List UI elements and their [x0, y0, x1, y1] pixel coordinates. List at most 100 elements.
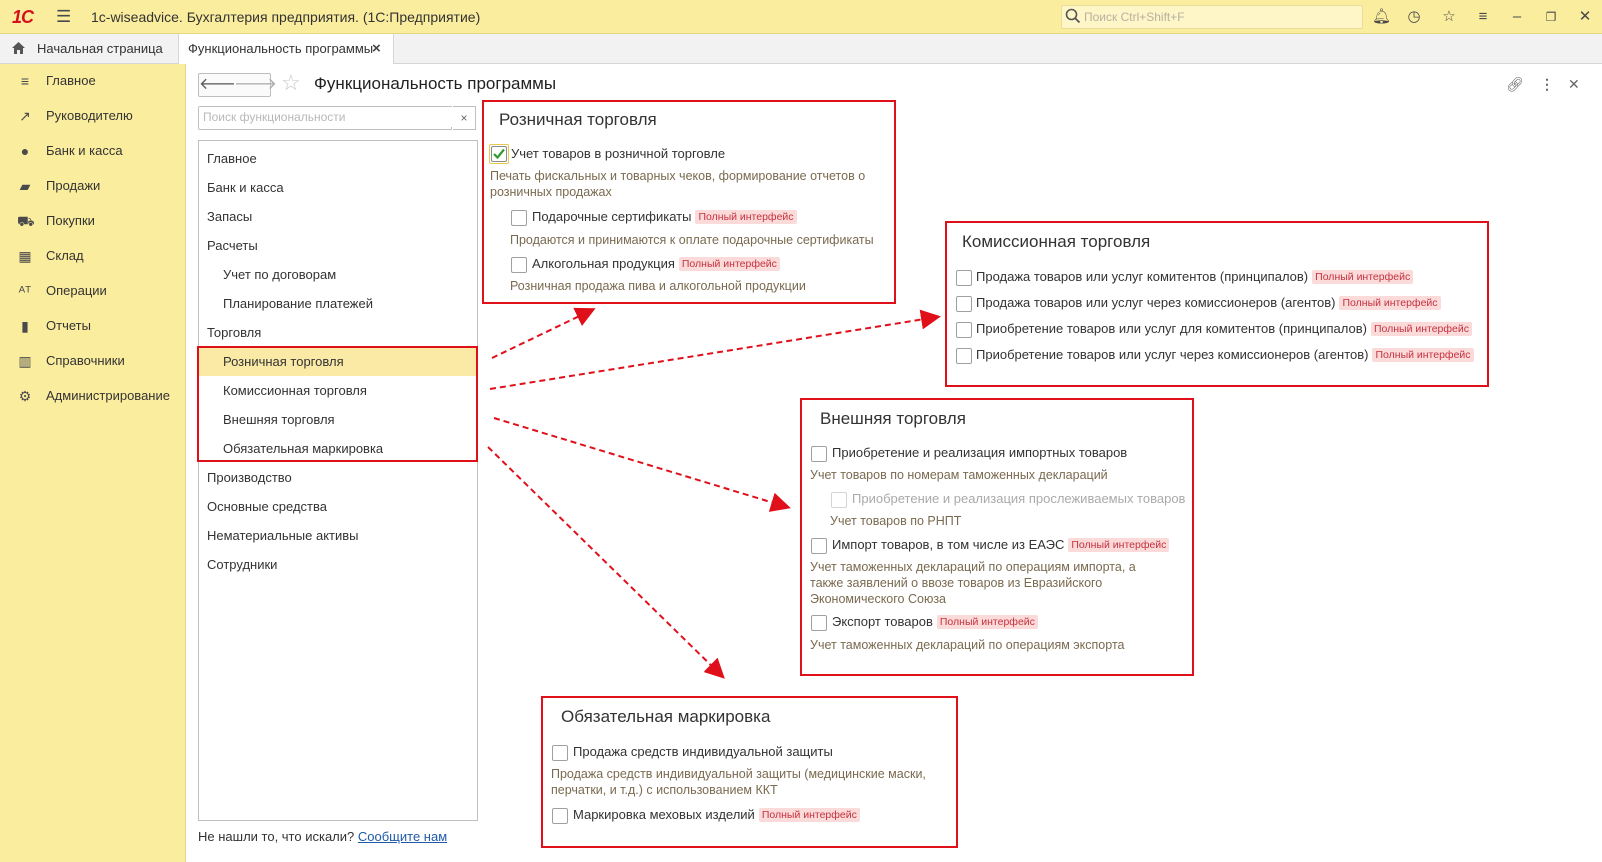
retail-opt3-row[interactable]: Алкогольная продукция Полный интерфейс — [532, 256, 780, 271]
clear-search-button[interactable]: × — [453, 106, 476, 130]
sidebar-item[interactable]: ≡ Главное — [0, 64, 185, 98]
function-search-input[interactable] — [199, 107, 453, 127]
bell-icon[interactable]: 🔔︎ — [1372, 8, 1391, 26]
foreign-title: Внешняя торговля — [820, 409, 966, 428]
page-title: Функциональность программы — [314, 74, 557, 93]
global-search-input[interactable] — [1084, 8, 1354, 25]
tree-item[interactable]: Расчеты — [199, 232, 477, 260]
tree-item[interactable]: Производство — [199, 464, 477, 492]
sidebar-item-label: Руководителю — [46, 108, 133, 123]
foreign-opt4-row[interactable]: Экспорт товаров Полный интерфейс — [832, 614, 1038, 629]
back-button[interactable]: 🡐 — [198, 73, 242, 97]
tree-item[interactable]: Розничная торговля — [199, 348, 477, 376]
marking-opt1-desc: Продажа средств индивидуальной защиты (м… — [551, 767, 926, 797]
tree-item[interactable]: Обязательная маркировка — [199, 435, 477, 463]
foreign-opt1-label[interactable]: Приобретение и реализация импортных това… — [832, 445, 1127, 460]
tree-item[interactable]: Внешняя торговля — [199, 406, 477, 434]
link-icon[interactable]: 🔗︎ — [1506, 76, 1524, 93]
retail-opt1-label[interactable]: Учет товаров в розничной торговле — [511, 146, 725, 161]
tab-home[interactable]: Начальная страница — [0, 34, 176, 63]
foreign-opt2-label: Приобретение и реализация прослеживаемых… — [852, 491, 1186, 506]
book-icon: ▥ — [18, 353, 32, 369]
tab-functionality[interactable]: Функциональность программы × — [178, 34, 394, 64]
arrow-to-commission — [489, 309, 941, 390]
not-found-text: Не нашли то, что искали? — [198, 829, 355, 844]
foreign-opt2-checkbox — [831, 492, 847, 508]
home-icon — [12, 42, 25, 54]
app-logo[interactable]: 1С — [12, 7, 34, 28]
sidebar-item[interactable]: ᴬᵀ Операции — [0, 274, 185, 308]
tree-item[interactable]: Комиссионная торговля — [199, 377, 477, 405]
marking-opt2-checkbox[interactable] — [552, 808, 568, 824]
commission-opt4-checkbox[interactable] — [956, 348, 972, 364]
retail-opt2-row[interactable]: Подарочные сертификаты Полный интерфейс — [532, 209, 797, 224]
foreign-opt4-label: Экспорт товаров — [832, 614, 933, 629]
commission-opt4-row[interactable]: Приобретение товаров или услуг через ком… — [976, 347, 1474, 362]
retail-opt1-checkbox[interactable] — [491, 146, 507, 162]
foreign-opt4-checkbox[interactable] — [811, 615, 827, 631]
commission-opt3-checkbox[interactable] — [956, 322, 972, 338]
minimize-icon[interactable]: – — [1508, 8, 1526, 26]
checkmark-icon — [493, 148, 505, 160]
bar-chart-icon: ▮ — [21, 318, 29, 334]
arrow-left-icon: 🡐 — [199, 76, 242, 93]
commission-opt2-checkbox[interactable] — [956, 296, 972, 312]
sidebar-item-label: Банк и касса — [46, 143, 123, 158]
tree-item[interactable]: Планирование платежей — [199, 290, 477, 318]
forward-button[interactable]: 🡒 — [234, 73, 277, 97]
more-icon[interactable]: ⋮ — [1540, 76, 1554, 93]
search-icon — [1065, 8, 1081, 24]
retail-opt2-checkbox[interactable] — [511, 210, 527, 226]
favorites-star-icon[interactable]: ☆ — [1440, 8, 1458, 26]
commission-opt1-checkbox[interactable] — [956, 270, 972, 286]
marking-opt2-row[interactable]: Маркировка меховых изделий Полный интерфе… — [573, 807, 860, 822]
marking-opt1-checkbox[interactable] — [552, 745, 568, 761]
title-bar: 1С ☰ 1c-wiseadvice. Бухгалтерия предприя… — [0, 0, 1602, 34]
tree-item[interactable]: Основные средства — [199, 493, 477, 521]
commission-title: Комиссионная торговля — [962, 232, 1151, 251]
tree-item[interactable]: Сотрудники — [199, 551, 477, 579]
close-icon[interactable]: ✕ — [1576, 8, 1594, 26]
retail-opt2-desc: Продаются и принимаются к оплате подароч… — [510, 233, 874, 247]
tab-home-label: Начальная страница — [37, 41, 163, 56]
settings-menu-icon[interactable]: ≡ — [1474, 8, 1492, 26]
foreign-opt1-checkbox[interactable] — [811, 446, 827, 462]
favorite-star-icon[interactable]: ☆ — [281, 72, 301, 94]
tab-close-icon[interactable]: × — [372, 34, 381, 63]
form-close-icon[interactable]: ✕ — [1568, 76, 1580, 93]
tree-item[interactable]: Банк и касса — [199, 174, 477, 202]
tree-item[interactable]: Нематериальные активы — [199, 522, 477, 550]
main-menu-icon[interactable]: ☰ — [56, 7, 71, 27]
sidebar-item[interactable]: ↗ Руководителю — [0, 99, 185, 133]
sidebar-item[interactable]: ▥ Справочники — [0, 344, 185, 378]
history-icon[interactable]: ◷ — [1405, 8, 1423, 26]
retail-opt3-checkbox[interactable] — [511, 257, 527, 273]
restore-icon[interactable]: ❐ — [1542, 8, 1560, 26]
marking-opt2-label: Маркировка меховых изделий — [573, 807, 755, 822]
operations-icon: ᴬᵀ — [18, 283, 32, 299]
sidebar-item[interactable]: ▮ Отчеты — [0, 309, 185, 343]
tree-item[interactable]: Торговля — [199, 319, 477, 347]
tree-item[interactable]: Главное — [199, 145, 477, 173]
trend-icon: ↗ — [19, 108, 31, 124]
marking-opt1-label[interactable]: Продажа средств индивидуальной защиты — [573, 744, 833, 759]
foreign-opt3-checkbox[interactable] — [811, 538, 827, 554]
sidebar-item[interactable]: ● Банк и касса — [0, 134, 185, 168]
commission-opt2-row[interactable]: Продажа товаров или услуг через комиссио… — [976, 295, 1441, 310]
global-search[interactable] — [1061, 5, 1363, 29]
full-interface-badge: Полный интерфейс — [758, 808, 860, 822]
sidebar-item[interactable]: ⛟ Покупки — [0, 204, 185, 238]
commission-opt1-row[interactable]: Продажа товаров или услуг комитентов (пр… — [976, 269, 1414, 284]
sidebar-item[interactable]: ⚙ Администрирование — [0, 379, 185, 413]
foreign-opt3-row[interactable]: Импорт товаров, в том числе из ЕАЭС Полны… — [832, 537, 1170, 552]
tree-item[interactable]: Учет по договорам — [199, 261, 477, 289]
commission-opt1-label: Продажа товаров или услуг комитентов (пр… — [976, 269, 1309, 284]
feedback-link[interactable]: Сообщите нам — [358, 829, 447, 844]
foreign-opt1-desc: Учет товаров по номерам таможенных декла… — [810, 468, 1108, 482]
foreign-opt4-desc: Учет таможенных деклараций по операциям … — [810, 638, 1125, 652]
function-search[interactable] — [198, 106, 453, 130]
sidebar-item[interactable]: ▰ Продажи — [0, 169, 185, 203]
tree-item[interactable]: Запасы — [199, 203, 477, 231]
sidebar-item[interactable]: ▦ Склад — [0, 239, 185, 273]
commission-opt3-row[interactable]: Приобретение товаров или услуг для комит… — [976, 321, 1472, 336]
